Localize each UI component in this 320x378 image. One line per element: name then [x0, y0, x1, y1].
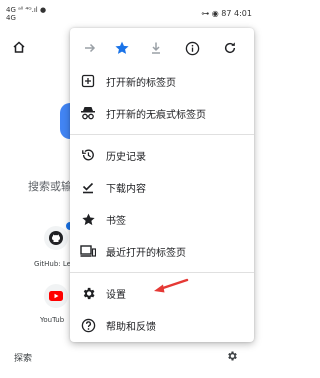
incognito-icon: [80, 105, 96, 121]
annotation-arrow-icon: [154, 278, 189, 293]
menu-item-label: 帮助和反馈: [106, 321, 156, 333]
menu-item-label: 历史记录: [106, 151, 146, 163]
menu-item-label: 最近打开的标签页: [106, 247, 186, 259]
menu-item-history[interactable]: 历史记录: [70, 142, 254, 168]
refresh-icon: [224, 42, 236, 54]
history-icon: [80, 147, 96, 163]
new-tab-icon: [80, 73, 96, 89]
github-tile[interactable]: [44, 226, 68, 250]
downloads-icon: [80, 179, 96, 195]
help-icon: [80, 317, 96, 333]
github-tile-label: GitHub: Le: [34, 260, 71, 268]
page-info-button[interactable]: [184, 40, 200, 56]
menu-item-downloads[interactable]: 下载内容: [70, 174, 254, 200]
bookmark-star-button[interactable]: [114, 40, 130, 56]
youtube-tile-label: YouTub: [40, 316, 65, 324]
settings-icon: [80, 285, 96, 301]
menu-item-new-tab[interactable]: 打开新的标签页: [70, 68, 254, 94]
refresh-button[interactable]: [222, 40, 238, 56]
status-battery-time: ⊶ ◉ 87 4:01: [201, 9, 252, 18]
home-icon[interactable]: [12, 40, 26, 54]
forward-button[interactable]: [82, 40, 98, 56]
download-icon: [152, 42, 160, 54]
gear-icon[interactable]: [226, 350, 238, 362]
menu-toolbar: [70, 28, 254, 68]
bookmark-star-icon: [115, 41, 129, 54]
menu-item-label: 打开新的标签页: [106, 77, 176, 89]
menu-item-label: 下载内容: [106, 183, 146, 195]
menu-item-label: 打开新的无痕式标签页: [106, 109, 206, 121]
bookmarks-icon: [80, 211, 96, 227]
menu-item-label: 设置: [106, 289, 126, 301]
menu-item-new-incognito-tab[interactable]: 打开新的无痕式标签页: [70, 100, 254, 126]
youtube-tile[interactable]: [44, 284, 68, 308]
menu-item-help-feedback[interactable]: 帮助和反馈: [70, 312, 254, 338]
recent-tabs-icon: [80, 243, 96, 259]
youtube-icon: [49, 291, 63, 301]
forward-icon: [85, 43, 96, 53]
menu-item-label: 书签: [106, 215, 126, 227]
download-button[interactable]: [148, 40, 164, 56]
status-signal: 4G ᵃˡˡ ⁴ᴳ.ıl ● 4G: [6, 6, 47, 22]
info-icon: [185, 41, 199, 55]
status-bar: 4G ᵃˡˡ ⁴ᴳ.ıl ● 4G ⊶ ◉ 87 4:01: [0, 0, 260, 28]
menu-divider: [70, 134, 254, 135]
menu-item-bookmarks[interactable]: 书签: [70, 206, 254, 232]
menu-divider: [70, 272, 254, 273]
menu-item-recent-tabs[interactable]: 最近打开的标签页: [70, 238, 254, 264]
explore-label: 探索: [14, 354, 33, 364]
github-icon: [49, 231, 63, 245]
explore-bar: 探索: [0, 346, 260, 368]
